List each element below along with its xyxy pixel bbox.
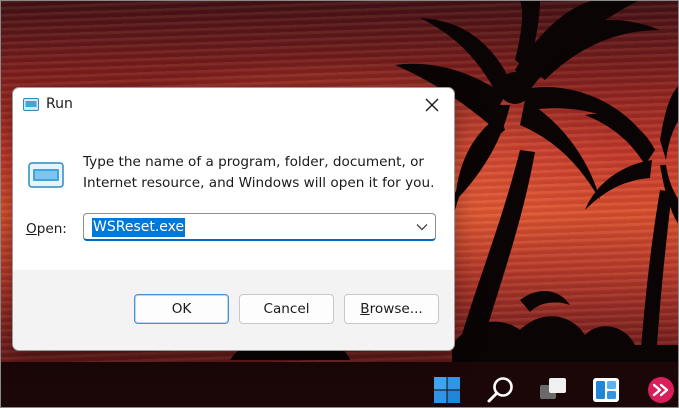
app-icon[interactable]	[645, 374, 677, 406]
search-icon[interactable]	[485, 374, 517, 406]
open-label-rest: pen:	[36, 221, 67, 237]
widgets-icon[interactable]	[590, 374, 622, 406]
dialog-description: Type the name of a program, folder, docu…	[83, 154, 435, 191]
dialog-titlebar[interactable]: Run	[13, 88, 454, 124]
open-combobox[interactable]: WSReset.exe	[83, 213, 436, 241]
windows-start-icon[interactable]	[431, 374, 463, 406]
open-label-accelerator: O	[26, 221, 37, 237]
close-button[interactable]	[410, 88, 454, 122]
open-label: Open:	[26, 221, 67, 237]
close-icon	[425, 98, 439, 112]
browse-label-rest: rowse...	[369, 301, 423, 317]
cancel-button[interactable]: Cancel	[239, 294, 334, 324]
ok-button[interactable]: OK	[134, 294, 229, 324]
dialog-button-bar: OK Cancel Browse...	[13, 270, 454, 350]
open-input[interactable]: WSReset.exe	[92, 218, 186, 237]
run-icon	[23, 98, 39, 111]
chevron-down-icon	[416, 224, 428, 231]
dropdown-button[interactable]	[413, 218, 431, 236]
task-view-icon[interactable]	[537, 374, 569, 406]
dialog-title: Run	[46, 96, 73, 112]
run-dialog: Run Type the name of a program, folder, …	[12, 87, 455, 351]
browse-button[interactable]: Browse...	[344, 294, 439, 324]
run-program-icon	[28, 162, 64, 188]
browse-accelerator: B	[360, 301, 370, 317]
